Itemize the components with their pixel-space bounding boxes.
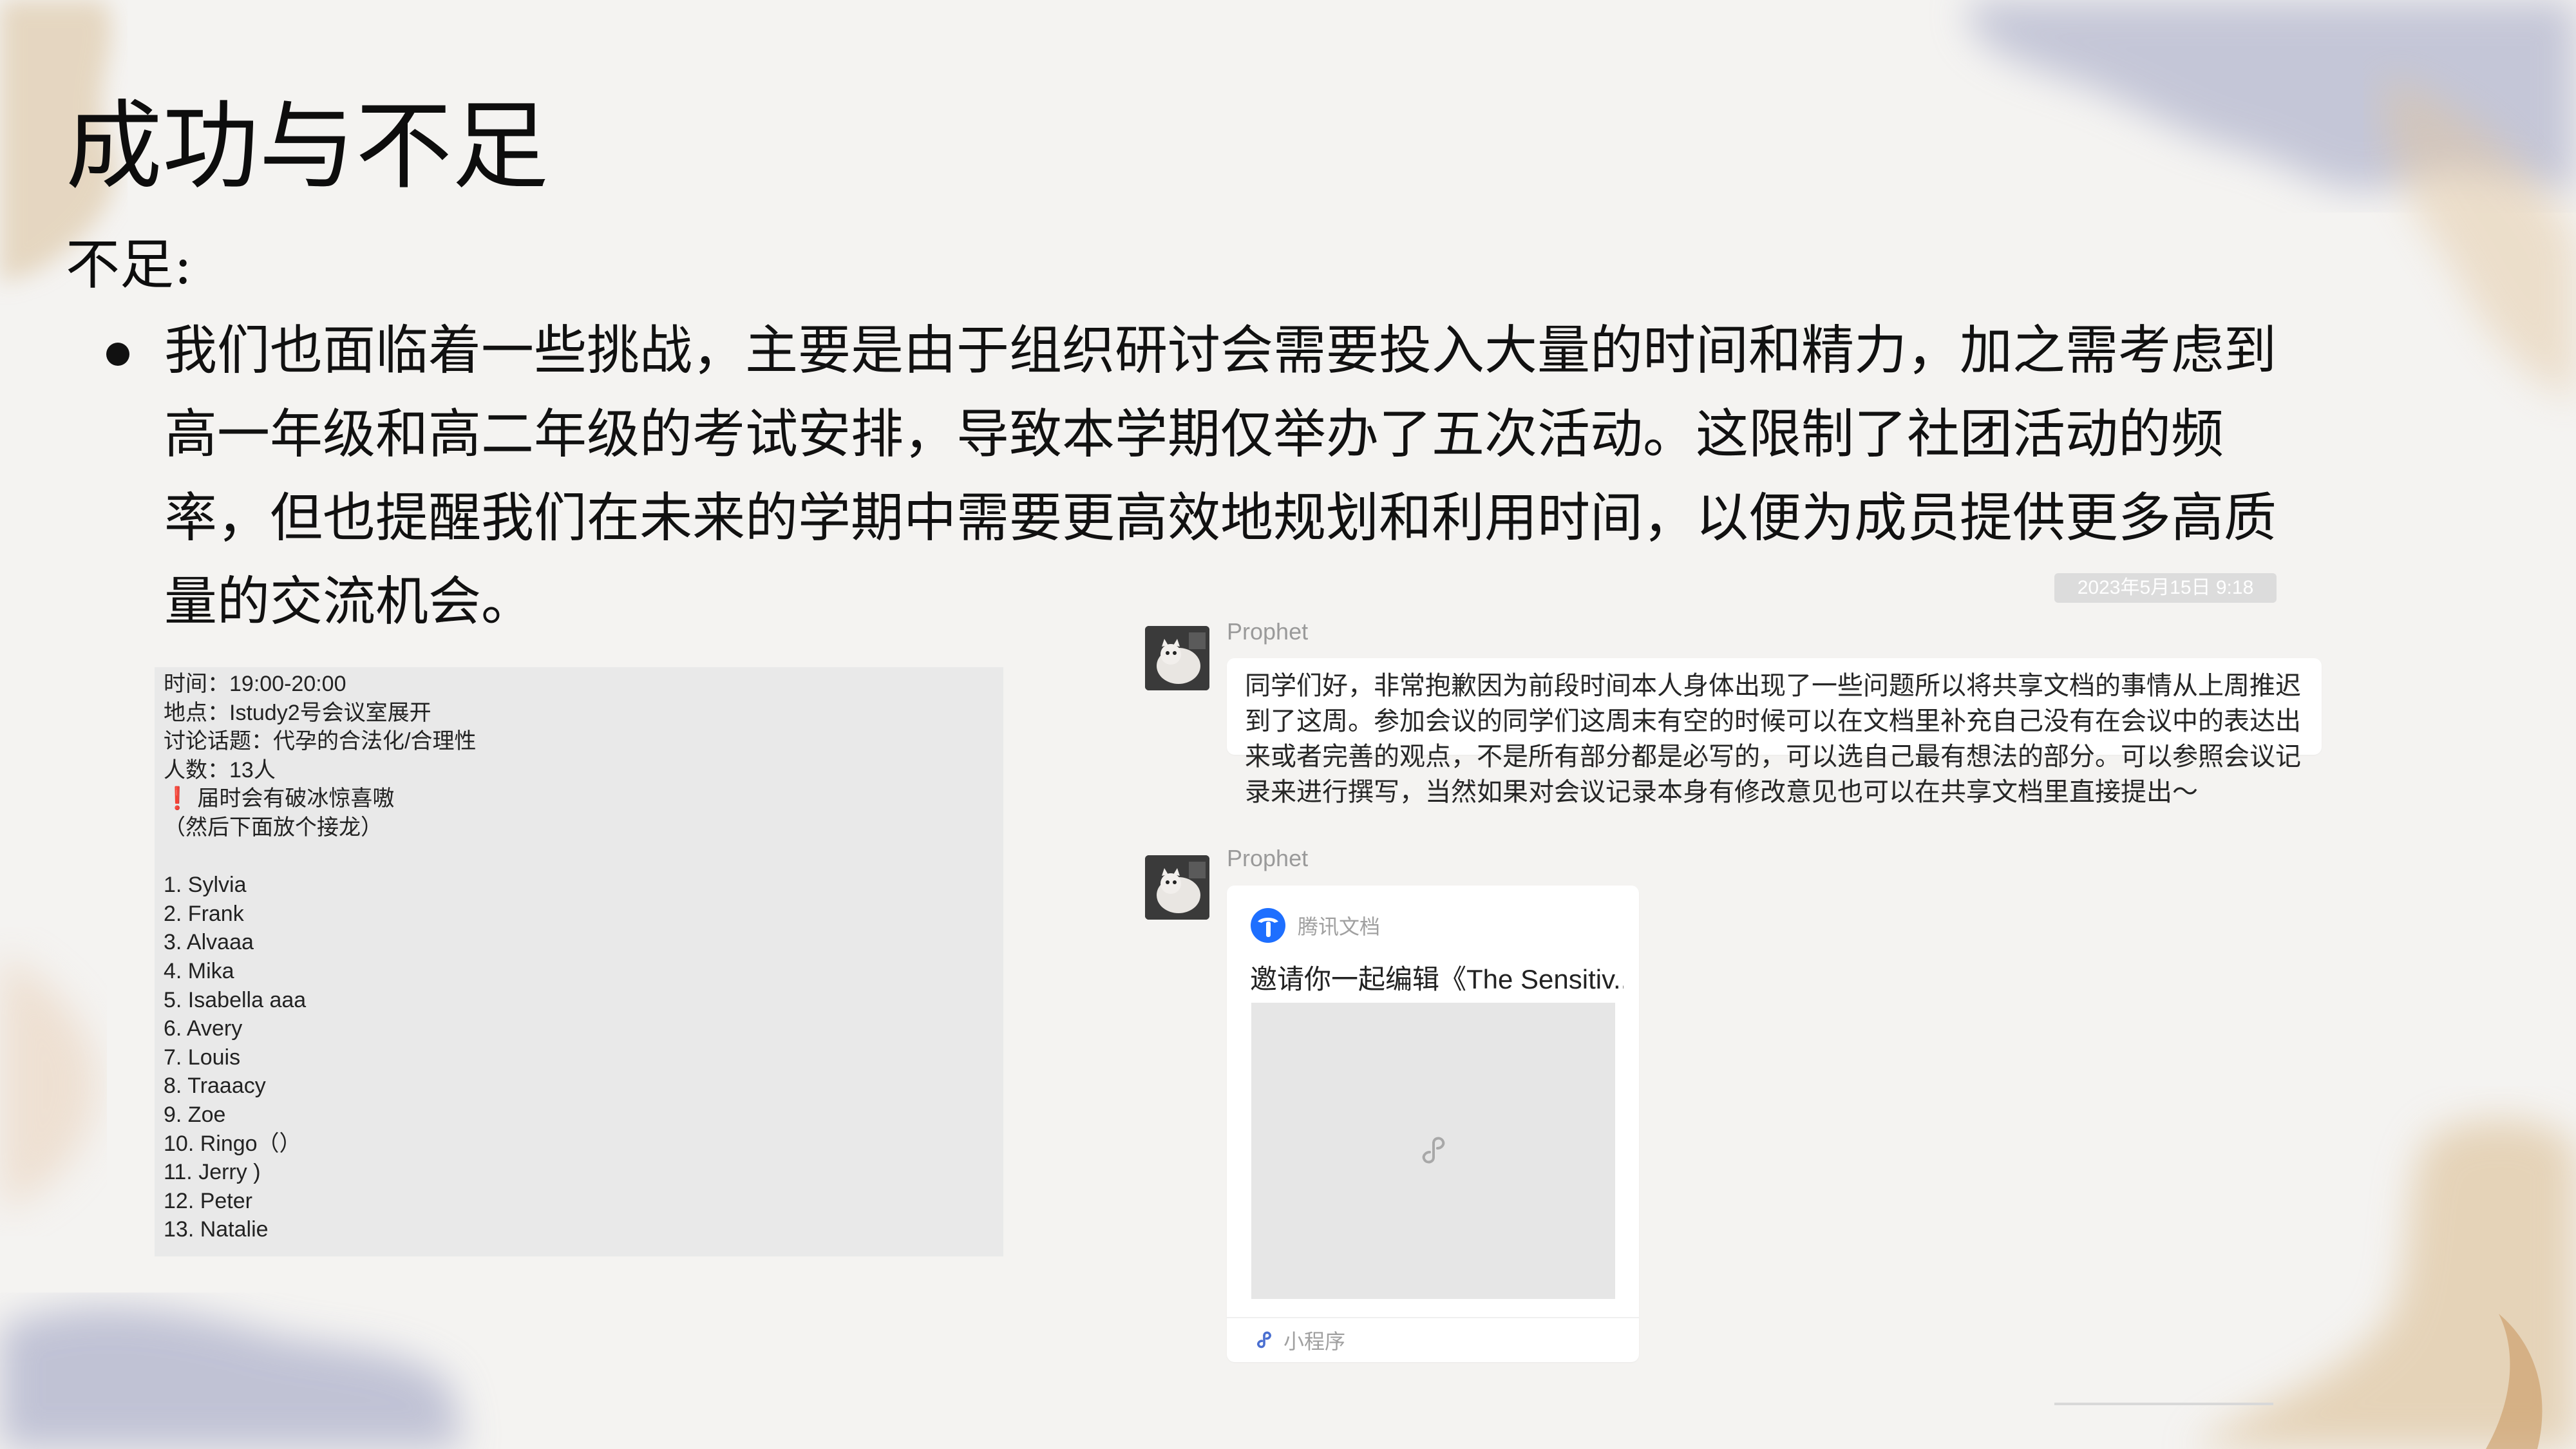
notice-followup: （然后下面放个接龙） <box>164 815 383 840</box>
attendee-item: 2. Frank <box>164 901 244 926</box>
chat-screenshot: 2023年5月15日 9:18 Prophet 同学们好，非常抱歉因为前段时间本… <box>1133 573 2331 1405</box>
attendee-item: 6. Avery <box>164 1016 243 1041</box>
attendee-item: 5. Isabella aaa <box>164 987 307 1012</box>
sender-name: Prophet <box>1227 618 1309 645</box>
exclamation-icon: ❗ <box>164 786 191 811</box>
card-brand-row: 腾讯文档 <box>1250 907 1380 943</box>
tencent-docs-logo-icon <box>1251 908 1285 943</box>
notice-headcount: 人数：13人 <box>164 757 276 782</box>
card-title: 邀请你一起编辑《The Sensitiv... <box>1250 964 1624 994</box>
mini-program-icon <box>1257 1331 1271 1349</box>
cat-avatar-icon <box>1145 855 1209 920</box>
card-footer-label: 小程序 <box>1283 1330 1346 1353</box>
notice-warning-text: 届时会有破冰惊喜嗷 <box>197 786 395 811</box>
avatar[interactable] <box>1145 626 1209 690</box>
attendee-item: 9. Zoe <box>164 1102 226 1127</box>
attendee-item: 8. Traaacy <box>164 1074 266 1099</box>
bullet-point-icon <box>106 343 129 366</box>
chat-timestamp: 2023年5月15日 9:18 <box>2054 573 2277 603</box>
message-text: 同学们好，非常抱歉因为前段时间本人身体出现了一些问题所以将共享文档的事情从上周推… <box>1245 672 2301 806</box>
attendee-item: 1. Sylvia <box>164 873 247 898</box>
avatar[interactable] <box>1145 855 1209 920</box>
notice-location: 地点：Istudy2号会议室展开 <box>164 700 431 725</box>
mini-program-card[interactable]: 腾讯文档 邀请你一起编辑《The Sensitiv... 小程序 <box>1227 886 1639 1362</box>
message-bubble[interactable]: 同学们好，非常抱歉因为前段时间本人身体出现了一些问题所以将共享文档的事情从上周推… <box>1227 658 2322 806</box>
mini-program-link-icon <box>1422 1137 1444 1164</box>
attendee-item: 13. Natalie <box>164 1217 269 1242</box>
attendee-item: 10. Ringo（） <box>164 1131 301 1156</box>
sender-name: Prophet <box>1227 845 1309 871</box>
notice-time: 时间：19:00-20:00 <box>164 672 346 696</box>
notice-topic: 讨论话题：代孕的合法化/合理性 <box>164 729 477 754</box>
slide-title: 成功与不足 <box>66 91 549 203</box>
divider <box>2054 1403 2273 1405</box>
cat-avatar-icon <box>1145 626 1209 690</box>
event-notice-screenshot: 时间：19:00-20:00 地点：Istudy2号会议室展开 讨论话题：代孕的… <box>155 667 1003 1256</box>
attendee-item: 12. Peter <box>164 1188 252 1213</box>
card-footer: 小程序 <box>1227 1317 1639 1362</box>
notice-warning: ❗ 届时会有破冰惊喜嗷 <box>164 784 1003 813</box>
attendee-item: 7. Louis <box>164 1045 241 1070</box>
attendee-item: 4. Mika <box>164 958 234 983</box>
attendee-item: 3. Alvaaa <box>164 930 254 955</box>
attendee-item: 11. Jerry ) <box>164 1160 261 1185</box>
card-thumbnail <box>1251 1003 1615 1299</box>
card-brand-name: 腾讯文档 <box>1298 915 1381 938</box>
section-subheading: 不足: <box>66 233 193 296</box>
